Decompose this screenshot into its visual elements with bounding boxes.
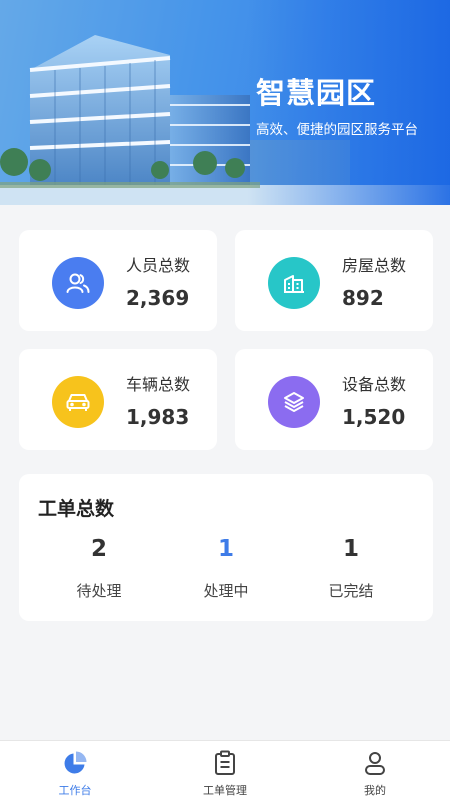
work-order-summary: 工单总数 2 待处理 1 处理中 1 已完结 <box>19 474 433 621</box>
tab-label: 我的 <box>364 784 386 797</box>
stat-card-people[interactable]: 人员总数 2,369 <box>19 230 217 331</box>
building-illustration <box>0 0 450 205</box>
stat-label: 设备总数 <box>342 375 407 394</box>
car-icon <box>52 376 104 428</box>
tab-label: 工作台 <box>58 784 92 797</box>
clipboard-icon <box>215 750 235 775</box>
processing-label: 处理中 <box>203 582 249 600</box>
tab-workbench[interactable]: 工作台 <box>0 741 150 800</box>
work-order-completed[interactable]: 1 已完结 <box>291 536 411 601</box>
pending-count: 2 <box>90 536 107 562</box>
stat-value: 1,520 <box>342 405 406 429</box>
bottom-tab-bar: 工作台 工单管理 我的 <box>0 740 450 800</box>
people-icon <box>52 257 104 309</box>
completed-count: 1 <box>342 536 359 562</box>
tab-profile[interactable]: 我的 <box>300 741 450 800</box>
pie-chart-icon <box>64 751 87 774</box>
app-title: 智慧园区 <box>256 76 377 110</box>
layers-icon <box>268 376 320 428</box>
tab-label: 工单管理 <box>203 784 247 797</box>
stat-card-buildings[interactable]: 房屋总数 892 <box>235 230 433 331</box>
work-order-pending[interactable]: 2 待处理 <box>39 536 159 601</box>
user-icon <box>365 752 385 775</box>
tab-work-order-management[interactable]: 工单管理 <box>150 741 300 800</box>
stat-value: 1,983 <box>126 405 190 429</box>
stat-value: 2,369 <box>126 286 190 310</box>
stat-value: 892 <box>342 286 384 310</box>
app-subtitle: 高效、便捷的园区服务平台 <box>256 122 418 138</box>
work-order-title: 工单总数 <box>38 498 115 520</box>
processing-count: 1 <box>217 536 234 562</box>
stat-label: 房屋总数 <box>342 256 407 275</box>
completed-label: 已完结 <box>328 582 374 600</box>
work-order-processing[interactable]: 1 处理中 <box>166 536 286 601</box>
stat-label: 人员总数 <box>126 256 191 275</box>
stat-label: 车辆总数 <box>126 375 191 394</box>
building-icon <box>268 257 320 309</box>
pending-label: 待处理 <box>76 582 122 600</box>
stat-card-vehicles[interactable]: 车辆总数 1,983 <box>19 349 217 450</box>
stat-card-devices[interactable]: 设备总数 1,520 <box>235 349 433 450</box>
header-banner: 智慧园区 高效、便捷的园区服务平台 <box>0 0 450 205</box>
